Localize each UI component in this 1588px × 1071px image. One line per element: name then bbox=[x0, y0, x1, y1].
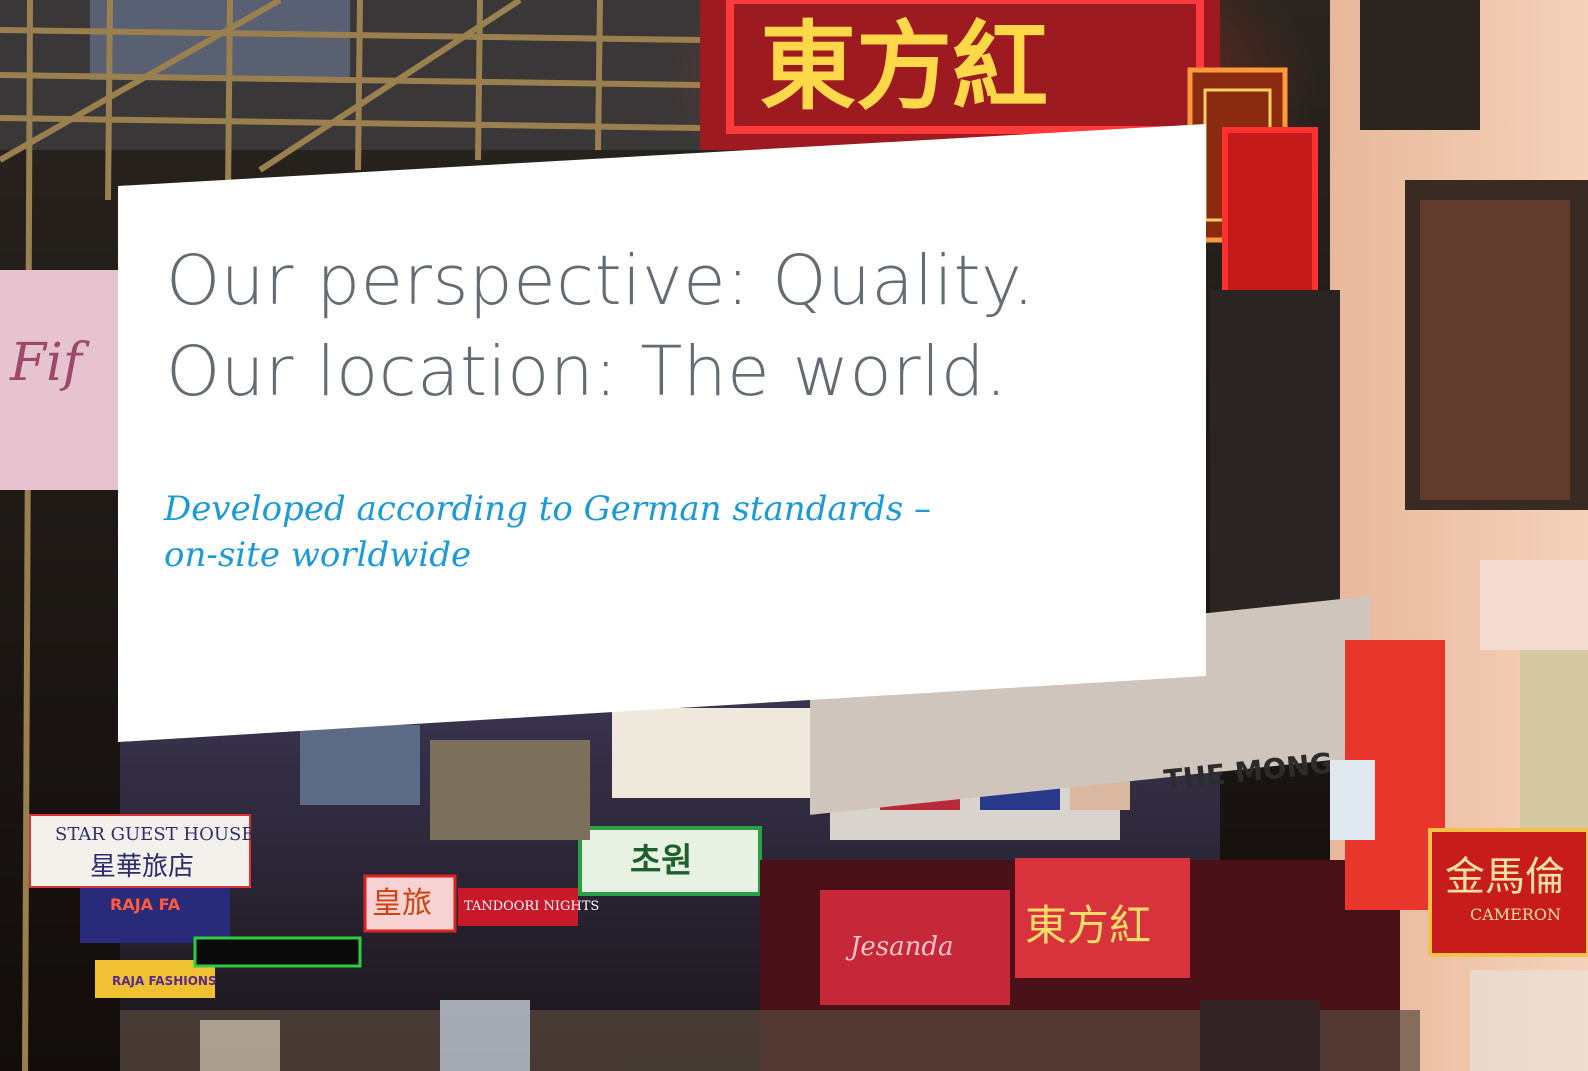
svg-text:초원: 초원 bbox=[630, 841, 693, 881]
svg-text:Fif: Fif bbox=[9, 333, 90, 393]
svg-text:STAR GUEST HOUSE: STAR GUEST HOUSE bbox=[55, 824, 254, 845]
svg-text:金馬倫: 金馬倫 bbox=[1445, 854, 1565, 900]
svg-text:東方紅: 東方紅 bbox=[1025, 901, 1151, 950]
night-street-photo: Fif 東方紅 STAR GUEST HOUSE 星華旅店 RAJA FA RA… bbox=[0, 0, 1588, 1071]
svg-text:星華旅店: 星華旅店 bbox=[90, 852, 194, 882]
svg-text:東方紅: 東方紅 bbox=[760, 11, 1048, 123]
svg-text:TANDOORI NIGHTS: TANDOORI NIGHTS bbox=[464, 899, 599, 914]
svg-text:皇旅: 皇旅 bbox=[372, 886, 432, 921]
svg-text:RAJA FASHIONS: RAJA FASHIONS bbox=[112, 974, 217, 988]
svg-text:RAJA FA: RAJA FA bbox=[110, 895, 181, 914]
svg-text:CAMERON: CAMERON bbox=[1470, 905, 1561, 924]
hero-banner: Fif 東方紅 STAR GUEST HOUSE 星華旅店 RAJA FA RA… bbox=[0, 0, 1588, 1071]
svg-text:Jesanda: Jesanda bbox=[845, 932, 954, 962]
